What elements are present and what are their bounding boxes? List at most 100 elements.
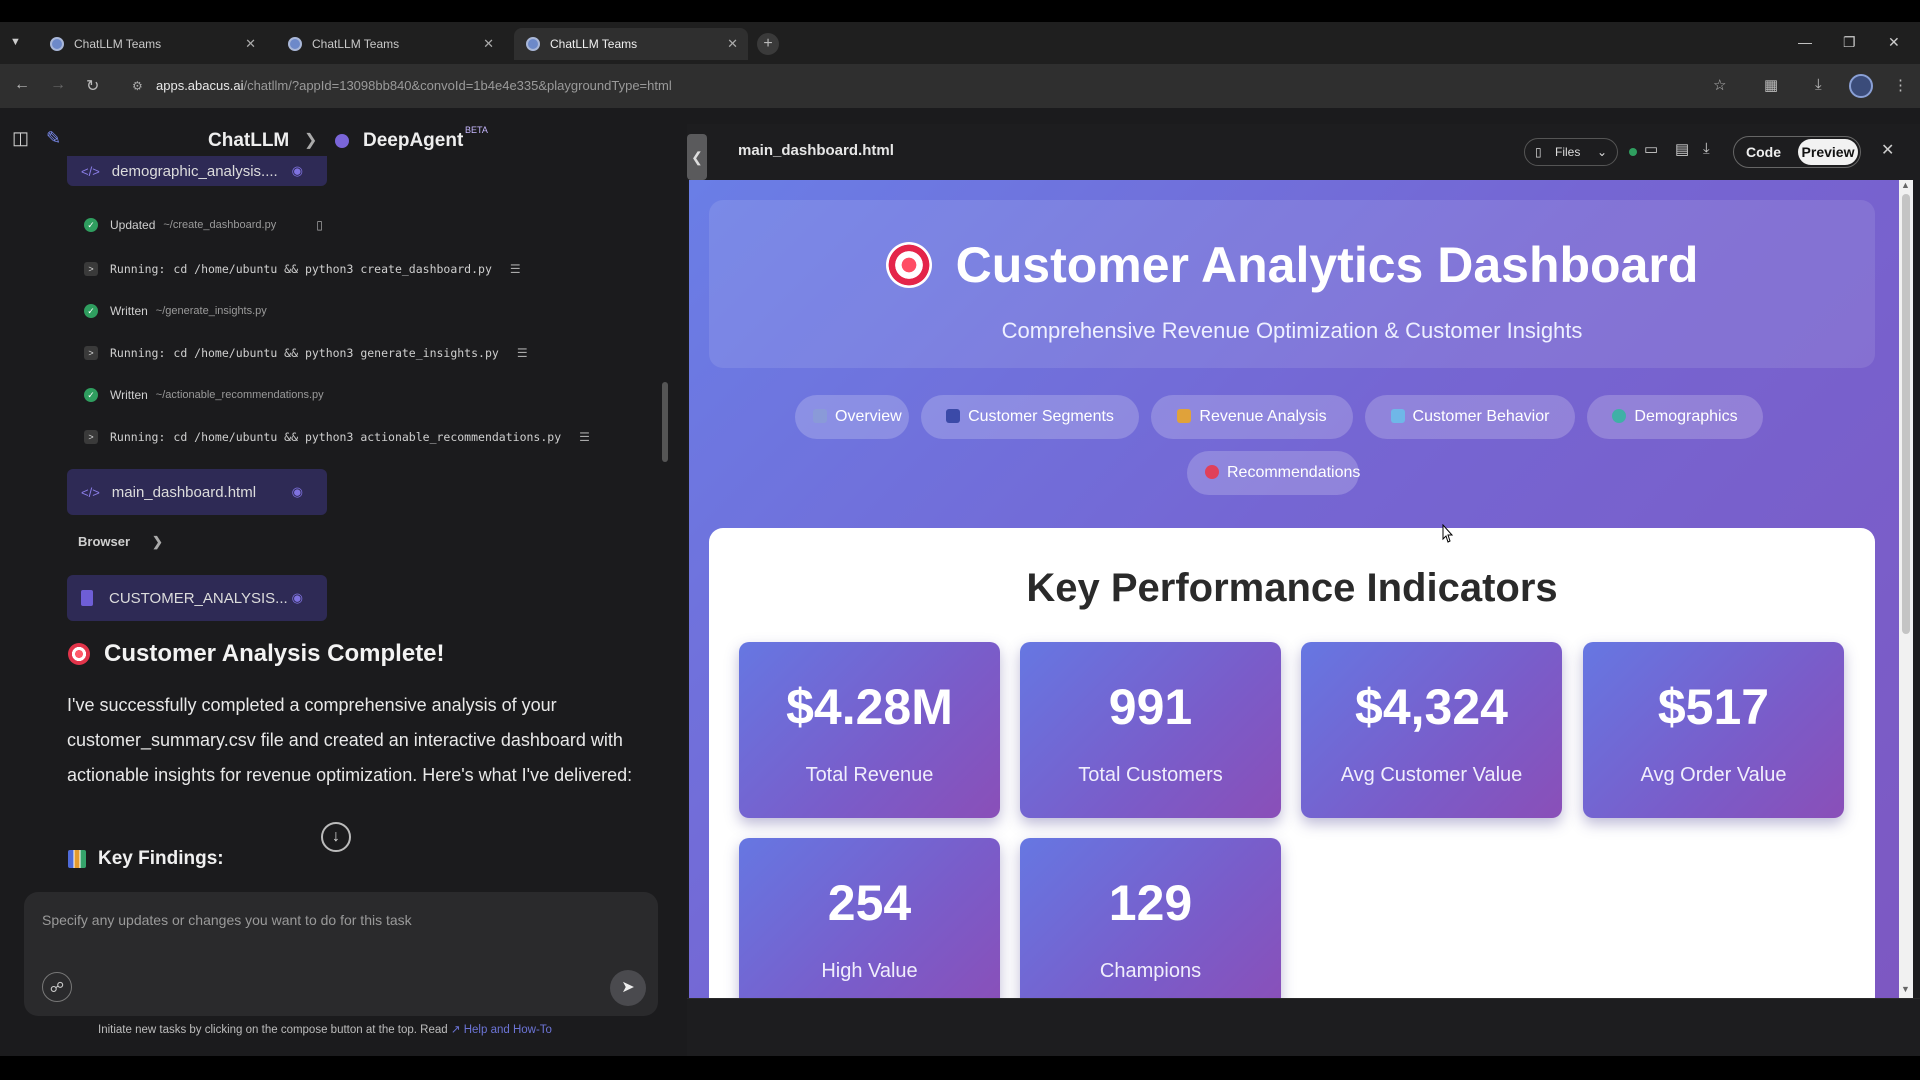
extensions-icon[interactable]: ▦: [1764, 76, 1778, 94]
log-label: Running:: [110, 430, 166, 444]
kpi-value: $4,324: [1355, 679, 1508, 735]
nav-pill-demographics[interactable]: Demographics: [1587, 395, 1763, 439]
check-icon: ✓: [84, 388, 98, 402]
kpi-value: 991: [1108, 679, 1193, 735]
sidebar-toggle-icon[interactable]: ◫: [12, 128, 29, 149]
file-chip-customer-analysis[interactable]: CUSTOMER_ANALYSIS... ◉: [67, 575, 327, 621]
list-icon[interactable]: ☰: [579, 430, 590, 444]
close-tab-icon[interactable]: ✕: [245, 36, 256, 52]
target-icon: [885, 242, 932, 288]
url-path: /chatllm/?appId=13098bb840&convoId=1b4e4…: [243, 78, 672, 93]
kpi-label: Avg Order Value: [1640, 764, 1787, 786]
file-chip-label: demographic_analysis....: [111, 162, 278, 180]
kpi-card: 991 Total Customers: [1020, 642, 1281, 818]
log-row: ✓ Written ~/actionable_recommendations.p…: [84, 388, 324, 402]
kpi-value: $517: [1657, 679, 1770, 735]
tab-list-chevron-icon[interactable]: ▼: [10, 36, 21, 48]
kpi-card: 254 High Value: [739, 838, 1000, 998]
target-icon: [1205, 465, 1219, 479]
minimize-icon[interactable]: —: [1798, 34, 1812, 50]
nav-pill-overview[interactable]: Overview: [795, 395, 909, 439]
nav-pill-customer-segments[interactable]: Customer Segments: [921, 395, 1139, 439]
window-close-icon[interactable]: ✕: [1888, 34, 1900, 51]
profile-avatar[interactable]: [1849, 74, 1873, 98]
close-tab-icon[interactable]: ✕: [483, 36, 494, 52]
files-dropdown[interactable]: ▯ Files ⌄: [1524, 138, 1618, 166]
log-label: Running:: [110, 262, 166, 276]
new-tab-button[interactable]: +: [757, 33, 779, 55]
restore-icon[interactable]: ❐: [1843, 34, 1856, 51]
preview-scrollbar[interactable]: ▲ ▼: [1899, 180, 1913, 998]
key-findings-text: Key Findings:: [98, 848, 224, 869]
compose-icon[interactable]: ✎: [46, 128, 61, 149]
code-tab[interactable]: Code: [1746, 144, 1781, 160]
nav-pill-label: Recommendations: [1227, 464, 1361, 481]
tab-title: ChatLLM Teams: [74, 37, 162, 51]
site-info-icon[interactable]: ⚙: [132, 79, 146, 93]
browser-tab[interactable]: ChatLLM Teams ✕: [276, 28, 504, 60]
nav-pill-revenue-analysis[interactable]: Revenue Analysis: [1151, 395, 1353, 439]
nav-pill-label: Demographics: [1634, 408, 1738, 425]
dashboard-preview: Customer Analytics Dashboard Comprehensi…: [689, 180, 1901, 998]
scroll-up-icon[interactable]: ▲: [1901, 180, 1910, 190]
help-link[interactable]: ↗ Help and How-To: [451, 1024, 552, 1036]
os-top-strip: [0, 0, 1920, 22]
chart-icon: [813, 409, 827, 423]
file-icon: ▯: [1535, 145, 1542, 159]
browser-tab[interactable]: ChatLLM Teams ✕: [38, 28, 266, 60]
users-icon: [946, 409, 961, 423]
breadcrumb-agent[interactable]: DeepAgent: [363, 130, 463, 152]
download-icon[interactable]: ⤓: [1703, 140, 1710, 157]
nav-pill-label: Customer Segments: [968, 408, 1114, 425]
log-label: Written: [110, 388, 148, 402]
back-icon[interactable]: ←: [14, 76, 30, 94]
attach-icon[interactable]: ☍: [42, 972, 72, 1002]
file-icon[interactable]: ▯: [316, 218, 323, 232]
file-chip-main-dashboard[interactable]: </> main_dashboard.html ◉: [67, 469, 327, 515]
kpi-card: $4.28M Total Revenue: [739, 642, 1000, 818]
code-icon: </>: [81, 163, 100, 179]
kpi-label: Champions: [1099, 960, 1202, 982]
code-icon: </>: [81, 484, 100, 500]
preview-header: ❮ main_dashboard.html ▯ Files ⌄ ▭ ▤ ⤓ Co…: [687, 124, 1920, 180]
scroll-down-button[interactable]: ↓: [321, 822, 351, 852]
preview-filename: main_dashboard.html: [738, 142, 894, 159]
log-path: ~/actionable_recommendations.py: [155, 389, 324, 401]
chat-scrollbar[interactable]: [662, 382, 668, 462]
preview-tab[interactable]: Preview: [1798, 139, 1858, 165]
nav-pill-customer-behavior[interactable]: Customer Behavior: [1365, 395, 1575, 439]
code-preview-toggle: Code Preview: [1733, 136, 1861, 168]
file-chip-demographic[interactable]: </> demographic_analysis.... ◉: [67, 156, 327, 186]
url-field[interactable]: ⚙ apps.abacus.ai/chatllm/?appId=13098bb8…: [128, 71, 1718, 101]
log-command: cd /home/ubuntu && python3 create_dashbo…: [173, 262, 492, 276]
composer-input[interactable]: Specify any updates or changes you want …: [42, 912, 412, 928]
log-label: Written: [110, 304, 148, 318]
downloads-icon[interactable]: ⤓: [1815, 76, 1822, 93]
scrollbar-thumb[interactable]: [1902, 194, 1910, 634]
list-icon[interactable]: ☰: [517, 346, 528, 360]
dashboard-subtitle: Comprehensive Revenue Optimization & Cus…: [1001, 318, 1583, 343]
browser-tab-active[interactable]: ChatLLM Teams ✕: [514, 28, 748, 60]
clipboard-icon[interactable]: ▤: [1675, 140, 1689, 158]
composer: Specify any updates or changes you want …: [24, 892, 658, 1016]
breadcrumb-app[interactable]: ChatLLM: [208, 130, 289, 152]
eye-icon[interactable]: ◉: [292, 484, 303, 500]
log-row: ✓ Written ~/generate_insights.py: [84, 304, 267, 318]
bookmark-star-icon[interactable]: ☆: [1713, 76, 1726, 94]
reload-icon[interactable]: ↻: [86, 76, 99, 96]
close-icon[interactable]: ✕: [1881, 140, 1894, 160]
desktop-view-icon[interactable]: ▭: [1644, 140, 1658, 158]
close-tab-icon[interactable]: ✕: [727, 36, 738, 52]
browser-menu-icon[interactable]: ⋮: [1893, 76, 1908, 94]
browser-toggle[interactable]: Browser ❯: [78, 534, 163, 550]
eye-icon[interactable]: ◉: [292, 163, 303, 179]
address-bar-row: ← → ↻ ⚙ apps.abacus.ai/chatllm/?appId=13…: [0, 64, 1920, 108]
money-icon: [1177, 409, 1192, 423]
collapse-panel-button[interactable]: ❮: [687, 134, 707, 180]
forward-icon[interactable]: →: [50, 76, 66, 94]
scroll-down-icon[interactable]: ▼: [1901, 984, 1910, 994]
list-icon[interactable]: ☰: [510, 262, 521, 276]
eye-icon[interactable]: ◉: [292, 590, 303, 606]
nav-pill-recommendations[interactable]: Recommendations: [1187, 451, 1361, 495]
send-button[interactable]: ➤: [610, 970, 646, 1006]
